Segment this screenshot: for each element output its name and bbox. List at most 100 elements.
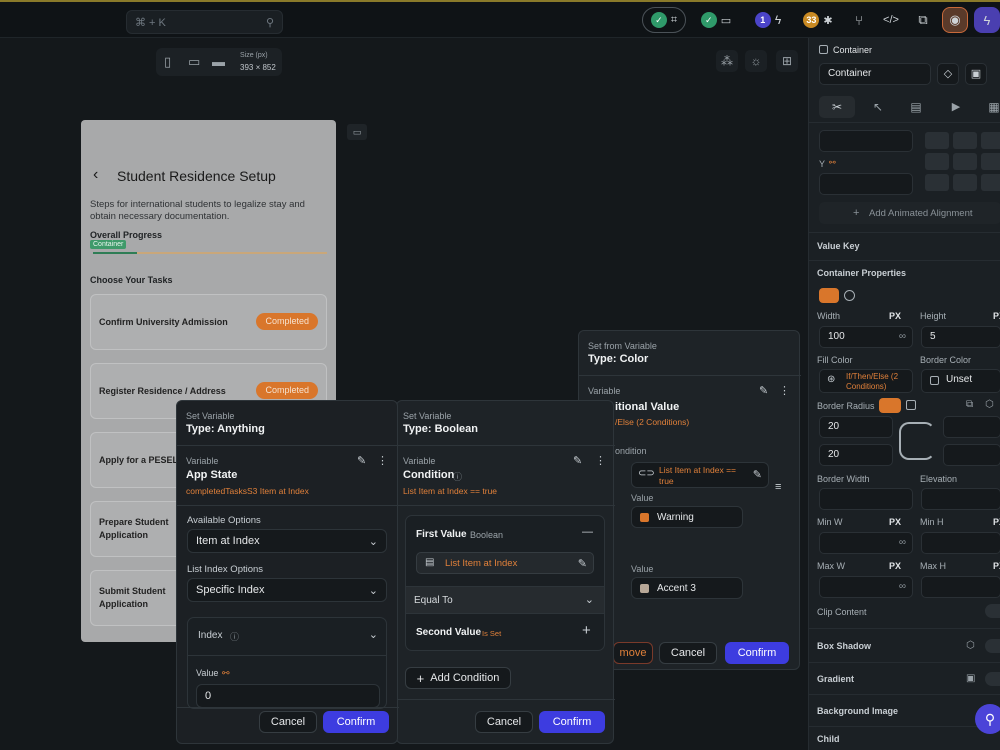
more-icon[interactable]: ⋮ bbox=[779, 384, 790, 397]
drag-handle-icon[interactable]: ≡ bbox=[775, 481, 781, 493]
list-index-select[interactable]: Specific Index ⌄ bbox=[187, 578, 387, 602]
confirm-button[interactable]: Confirm bbox=[725, 642, 789, 664]
cancel-button[interactable]: Cancel bbox=[659, 642, 717, 664]
magic-icon[interactable]: ⁂ bbox=[716, 50, 738, 72]
add-animated-label: Add Animated Alignment bbox=[869, 208, 973, 219]
cancel-button[interactable]: Cancel bbox=[259, 711, 317, 733]
elevation-input[interactable] bbox=[921, 488, 1000, 510]
value-label: Value bbox=[631, 493, 654, 503]
branch-icon[interactable]: ⑂ bbox=[846, 7, 872, 33]
fill-color-input[interactable]: ⊛ If/Then/Else (2 Conditions) bbox=[819, 369, 913, 393]
warnings-status[interactable]: 33 ✱ bbox=[798, 7, 838, 33]
alignment-grid[interactable] bbox=[925, 132, 1000, 192]
more-icon[interactable]: ⋮ bbox=[595, 454, 606, 467]
width-infinity: ∞ bbox=[898, 331, 906, 342]
rectangle-shape-icon[interactable] bbox=[819, 288, 839, 303]
y-input[interactable] bbox=[819, 173, 913, 195]
edit-icon[interactable]: ✎ bbox=[753, 468, 762, 481]
widget-checkbox[interactable] bbox=[819, 45, 828, 54]
y-label: Y bbox=[819, 159, 826, 169]
collapse-icon[interactable]: — bbox=[582, 526, 593, 538]
sun-icon[interactable]: ☼ bbox=[745, 50, 767, 72]
component-icon[interactable]: ▣ bbox=[966, 673, 975, 684]
index-header[interactable]: Index ⓘ ⌄ bbox=[188, 618, 386, 656]
add-condition-button[interactable]: + Add Condition bbox=[405, 667, 511, 689]
container-toggle-icon[interactable]: ▭ bbox=[347, 124, 367, 140]
task-card[interactable]: Confirm University Admission Completed bbox=[90, 294, 327, 350]
comments-status[interactable]: ✓ ▭ bbox=[696, 7, 736, 33]
edit-icon[interactable]: ✎ bbox=[578, 557, 587, 570]
tree-icon[interactable]: ⊞ bbox=[776, 50, 798, 72]
code-icon[interactable]: </> bbox=[878, 7, 904, 33]
condition-chip[interactable]: List Item at Index == true ⊂⊃ ✎ bbox=[631, 462, 769, 488]
confirm-button[interactable]: Confirm bbox=[323, 711, 389, 733]
operator-dropdown[interactable]: Equal To ⌄ bbox=[406, 586, 604, 614]
back-chevron-icon[interactable]: ‹ bbox=[93, 166, 98, 184]
variable-name: App State bbox=[186, 469, 238, 481]
preview-eye-icon[interactable]: ◉ bbox=[942, 7, 968, 33]
animation-tab-icon[interactable]: ▶ bbox=[945, 96, 967, 118]
width-input[interactable]: 100 ∞ bbox=[819, 326, 913, 348]
box-shadow-toggle[interactable] bbox=[985, 639, 1000, 653]
divider bbox=[177, 445, 399, 446]
cube-icon[interactable]: ⬡ bbox=[966, 640, 975, 651]
size-value: 393 × 852 bbox=[240, 63, 276, 72]
notifications-status[interactable]: 1 ϟ bbox=[748, 7, 788, 33]
gem-icon[interactable]: ◇ bbox=[937, 63, 959, 85]
height-input[interactable]: 5 bbox=[921, 326, 1000, 348]
cancel-button[interactable]: Cancel bbox=[475, 711, 533, 733]
tablet-device-icon[interactable]: ▭ bbox=[188, 54, 200, 70]
value-field-1[interactable]: Warning bbox=[631, 506, 743, 528]
run-lightning-icon[interactable]: ϟ bbox=[974, 7, 1000, 33]
border-width-input[interactable] bbox=[819, 488, 913, 510]
remove-button[interactable]: move bbox=[613, 642, 653, 664]
radius-bottom-right-input[interactable] bbox=[943, 444, 1000, 466]
search-help-icon[interactable]: ⚲ bbox=[975, 704, 1000, 734]
x-input[interactable] bbox=[819, 130, 913, 152]
clip-content-toggle[interactable] bbox=[985, 604, 1000, 618]
copy-icon[interactable]: ⧉ bbox=[966, 399, 973, 410]
edit-icon[interactable]: ✎ bbox=[759, 384, 768, 397]
success-icon: ✓ bbox=[700, 12, 717, 28]
cube-icon[interactable]: ⬡ bbox=[985, 399, 994, 410]
more-icon[interactable]: ⋮ bbox=[377, 454, 388, 467]
actions-tab-icon[interactable]: ↖ bbox=[867, 96, 889, 118]
docs-tab-icon[interactable]: ▦ bbox=[983, 96, 1000, 118]
value-field-2[interactable]: Accent 3 bbox=[631, 577, 743, 599]
radius-link-icon[interactable] bbox=[879, 398, 901, 413]
variable-link-icon[interactable]: ⚯ bbox=[222, 668, 230, 679]
available-options-select[interactable]: Item at Index ⌄ bbox=[187, 529, 387, 553]
circle-shape-icon[interactable] bbox=[844, 290, 855, 301]
backend-tab-icon[interactable]: ▤ bbox=[905, 96, 927, 118]
open-external-icon[interactable]: ⧉ bbox=[910, 7, 936, 33]
plus-icon: + bbox=[416, 670, 425, 686]
radius-top-left-input[interactable]: 20 bbox=[819, 416, 893, 438]
component-icon[interactable]: ▣ bbox=[965, 63, 987, 85]
edit-icon[interactable]: ✎ bbox=[573, 454, 582, 467]
radius-bottom-left-input[interactable]: 20 bbox=[819, 444, 893, 466]
confirm-button[interactable]: Confirm bbox=[539, 711, 605, 733]
index-value-input[interactable]: 0 bbox=[196, 684, 380, 708]
min-h-input[interactable] bbox=[921, 532, 1000, 554]
radius-checkbox[interactable] bbox=[906, 400, 916, 410]
desktop-device-icon[interactable]: ▬ bbox=[212, 54, 225, 69]
max-w-input[interactable]: ∞ bbox=[819, 576, 913, 598]
border-color-input[interactable]: Unset bbox=[921, 369, 1000, 393]
panel-section: Set Variable bbox=[403, 411, 452, 421]
max-h-input[interactable] bbox=[921, 576, 1000, 598]
command-search[interactable]: ⌘ + K ⚲ bbox=[126, 10, 283, 34]
min-w-input[interactable]: ∞ bbox=[819, 532, 913, 554]
add-icon[interactable]: + bbox=[582, 622, 591, 639]
phone-device-icon[interactable]: ▯ bbox=[164, 54, 171, 70]
add-animated-alignment-button[interactable]: + Add Animated Alignment bbox=[819, 202, 1000, 224]
variable-link-icon[interactable]: ⚯ bbox=[829, 158, 836, 167]
first-value-chip[interactable]: ▤ List Item at Index ✎ bbox=[416, 552, 594, 574]
status-badge: Completed bbox=[256, 313, 318, 330]
radius-top-right-input[interactable] bbox=[943, 416, 1000, 438]
widget-name-input[interactable]: Container bbox=[819, 63, 931, 85]
properties-tab-icon[interactable]: ✂ bbox=[819, 96, 855, 118]
check-status-pill[interactable]: ✓ ⌗ bbox=[642, 7, 686, 33]
edit-icon[interactable]: ✎ bbox=[357, 454, 366, 467]
child-label: Child bbox=[817, 734, 840, 744]
gradient-toggle[interactable] bbox=[985, 672, 1000, 686]
